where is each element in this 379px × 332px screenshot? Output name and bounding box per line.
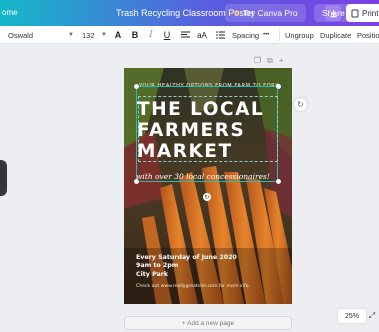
align-button[interactable]: [178, 28, 192, 42]
poster-subline[interactable]: with over 30 local concessionaires!: [136, 172, 270, 181]
chevron-down-icon: ▼: [68, 32, 74, 38]
align-left-icon: [180, 31, 190, 38]
text-case-icon: aA: [197, 30, 207, 40]
event-time: 9am to 2pm: [136, 262, 179, 270]
headline-line: FARMERS: [137, 120, 246, 141]
refresh-icon[interactable]: ↻: [294, 98, 307, 111]
print-icon: [351, 9, 359, 17]
spacing-button[interactable]: Spacing: [232, 26, 259, 44]
headline-line: MARKET: [137, 141, 233, 162]
page-tools: ❐ ⧉ +: [254, 56, 284, 66]
add-page-icon[interactable]: +: [279, 56, 284, 66]
italic-button[interactable]: I: [144, 28, 158, 42]
copy-page-icon[interactable]: ❐: [254, 56, 261, 66]
font-size-dropdown[interactable]: 132 ▼: [82, 26, 107, 44]
event-date: Every Saturday of June 2020: [136, 254, 237, 261]
text-toolbar: Oswald ▼ 132 ▼ A B I U aA Spacing ••• Un…: [0, 26, 379, 44]
headline-line: THE LOCAL: [137, 99, 265, 120]
fullscreen-icon[interactable]: ⤢: [366, 310, 378, 322]
download-icon: [329, 9, 337, 17]
top-bar: ome Trash Recycling Classroom Poster ♛ T…: [0, 0, 379, 26]
chevron-down-icon: ▼: [101, 32, 107, 38]
home-link[interactable]: ome: [2, 8, 18, 17]
download-button[interactable]: [325, 5, 341, 21]
duplicate-button[interactable]: Duplicate: [320, 26, 351, 44]
canva-editor: ome Trash Recycling Classroom Poster ♛ T…: [0, 0, 379, 332]
underline-button[interactable]: U: [160, 28, 174, 42]
resize-handle[interactable]: [276, 84, 281, 89]
duplicate-page-icon[interactable]: ⧉: [267, 56, 273, 66]
bold-icon: B: [131, 30, 139, 40]
print-button[interactable]: Print P: [346, 4, 379, 22]
italic-icon: I: [149, 30, 153, 40]
event-location: City Park: [136, 270, 169, 278]
font-family-dropdown[interactable]: Oswald ▼: [8, 26, 74, 44]
zoom-level[interactable]: 25%: [338, 309, 366, 323]
poster-cta[interactable]: Check out www.reallygreatsite.com for mo…: [136, 284, 250, 289]
ungroup-button[interactable]: Ungroup: [285, 26, 314, 44]
side-panel-toggle[interactable]: [0, 160, 7, 196]
underline-icon: U: [163, 30, 171, 40]
bold-button[interactable]: B: [128, 28, 142, 42]
poster-event-details[interactable]: Every Saturday of June 2020 9am to 2pm C…: [136, 254, 237, 279]
list-button[interactable]: [213, 28, 227, 42]
crown-icon: ♛: [233, 8, 241, 18]
try-pro-label: Try Canva Pro: [243, 8, 298, 18]
resize-handle[interactable]: [134, 84, 139, 89]
toolbar-divider: [279, 29, 280, 41]
text-case-button[interactable]: aA: [195, 28, 209, 42]
poster-headline[interactable]: THE LOCAL FARMERS MARKET: [137, 99, 277, 162]
add-page-button[interactable]: + Add a new page: [124, 316, 292, 330]
list-icon: [215, 31, 225, 39]
more-options-button[interactable]: •••: [263, 26, 269, 44]
try-canva-pro-button[interactable]: ♛ Try Canva Pro: [225, 4, 306, 22]
font-size-value: 132: [82, 30, 95, 40]
poster-page[interactable]: YOUR HEALTHY OPTIONS FROM FARM TO FORK T…: [124, 68, 292, 304]
print-label: Print P: [361, 8, 379, 18]
text-color-button[interactable]: A: [111, 28, 125, 42]
position-button[interactable]: Position: [357, 26, 379, 44]
rotate-icon[interactable]: ↻: [203, 193, 211, 201]
text-color-icon: A: [114, 30, 122, 40]
resize-handle[interactable]: [276, 179, 281, 184]
font-family-value: Oswald: [8, 30, 34, 40]
